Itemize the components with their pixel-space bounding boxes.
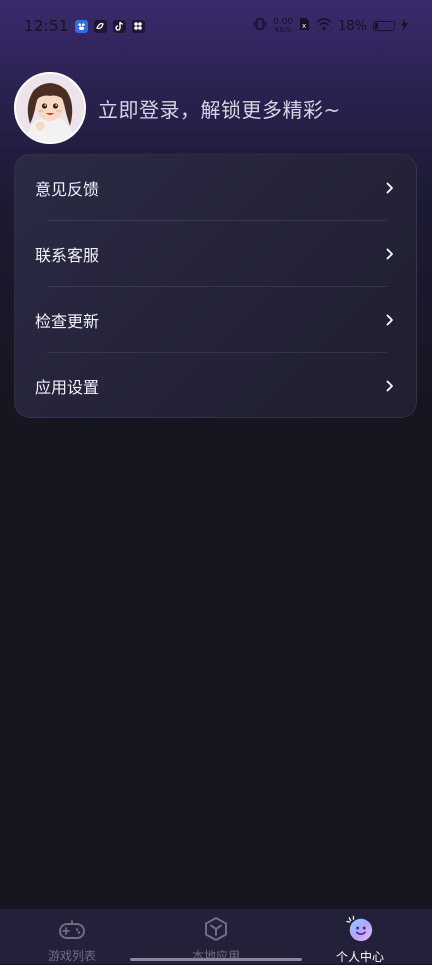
- menu-item-app-settings[interactable]: 应用设置: [15, 353, 418, 419]
- tiktok-icon: [112, 19, 126, 33]
- net-speed: 0.00 KB/S: [273, 18, 293, 34]
- baidu-icon: [74, 19, 88, 33]
- nav-item-local-apps[interactable]: 本地应用: [144, 909, 288, 964]
- battery-percent: 18%: [338, 18, 367, 34]
- menu-item-check-update[interactable]: 检查更新: [15, 287, 418, 353]
- menu-item-feedback[interactable]: 意见反馈: [15, 155, 418, 221]
- profile-header[interactable]: 立即登录，解锁更多精彩~: [14, 72, 341, 144]
- nav-label: 游戏列表: [47, 949, 96, 963]
- nav-item-game-list[interactable]: 游戏列表: [0, 909, 144, 964]
- swirl-icon: [93, 19, 107, 33]
- nav-label: 本地应用: [191, 949, 240, 963]
- home-indicator[interactable]: [130, 958, 302, 961]
- cube-icon: [202, 915, 230, 942]
- sim-icon: x: [299, 17, 310, 35]
- bottom-nav: 游戏列表 本地应用 个人中心: [0, 909, 432, 964]
- status-right: 0.00 KB/S x 18%: [253, 17, 408, 35]
- menu-item-label: 应用设置: [35, 378, 100, 397]
- chevron-right-icon: [384, 314, 396, 326]
- nav-item-personal-center[interactable]: 个人中心: [288, 909, 432, 964]
- wifi-icon: [316, 17, 332, 35]
- chevron-right-icon: [384, 182, 396, 194]
- login-prompt[interactable]: 立即登录，解锁更多精彩~: [98, 94, 341, 123]
- gamepad-icon: [58, 915, 86, 942]
- svg-text:x: x: [302, 22, 306, 30]
- app-grid-icon: [131, 19, 145, 33]
- charging-icon: [401, 17, 408, 35]
- vibrate-icon: [253, 17, 267, 35]
- battery-fill: [375, 23, 378, 29]
- battery-icon: [373, 21, 395, 31]
- smiley-icon: [346, 915, 374, 943]
- chevron-right-icon: [384, 380, 396, 392]
- status-time: 12:51: [24, 17, 69, 35]
- menu-item-label: 联系客服: [35, 246, 100, 265]
- settings-menu-card: 意见反馈 联系客服 检查更新 应用设置: [14, 154, 417, 418]
- status-left: 12:51: [24, 17, 145, 35]
- menu-item-label: 检查更新: [35, 312, 100, 331]
- chevron-right-icon: [384, 248, 396, 260]
- status-bar: 12:51 0.00 KB/S x 18%: [0, 0, 432, 52]
- avatar-girl-illustration: [16, 74, 84, 142]
- menu-item-contact-support[interactable]: 联系客服: [15, 221, 418, 287]
- avatar[interactable]: [14, 72, 86, 144]
- nav-label: 个人中心: [335, 950, 384, 964]
- menu-item-label: 意见反馈: [35, 180, 100, 199]
- net-speed-unit: KB/S: [274, 26, 292, 34]
